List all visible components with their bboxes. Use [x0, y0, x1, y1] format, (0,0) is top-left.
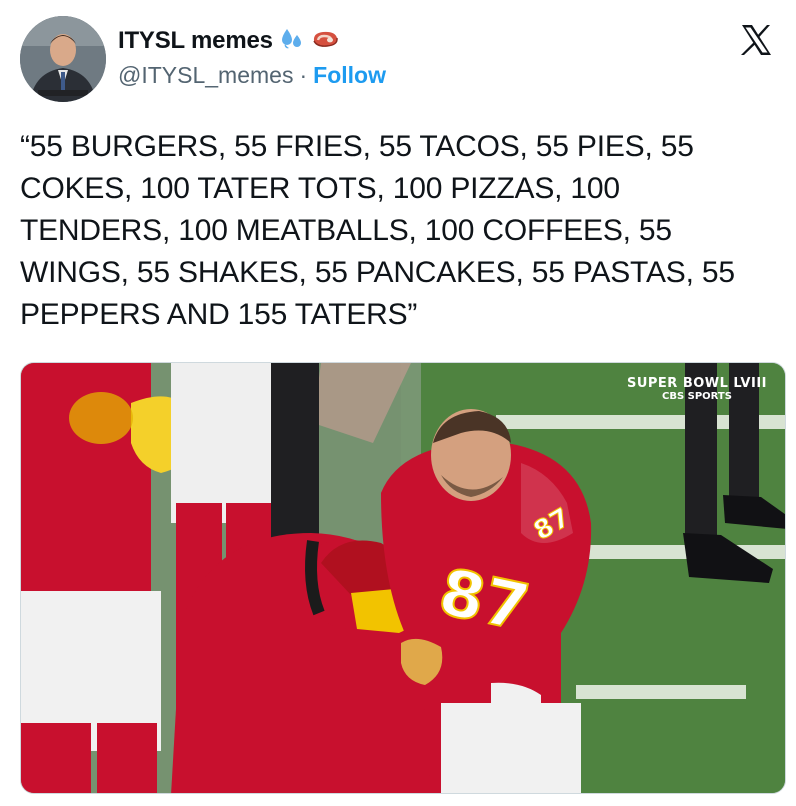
author-meta: ITYSL memes @ITYSL_memes · Follow — [118, 24, 386, 92]
steak-emoji-icon — [311, 27, 339, 56]
yard-line — [576, 685, 746, 699]
author-avatar[interactable] — [20, 16, 106, 102]
tweet-text: “55 BURGERS, 55 FRIES, 55 TACOS, 55 PIES… — [20, 130, 743, 331]
sweat-droplets-emoji-icon — [279, 27, 305, 56]
media-scene: 87 87 — [21, 363, 785, 793]
cbs-sports-logo-text: CBS SPORTS — [662, 391, 732, 402]
x-logo-icon[interactable] — [738, 22, 774, 58]
handle-row: @ITYSL_memes · Follow — [118, 58, 386, 92]
tweet-header: ITYSL memes @ITYSL_memes · Follow — [20, 16, 776, 106]
separator-dot: · — [299, 61, 308, 88]
display-name-row: ITYSL memes — [118, 24, 386, 58]
display-name[interactable]: ITYSL memes — [118, 27, 273, 55]
author-handle[interactable]: @ITYSL_memes — [118, 62, 293, 89]
yard-line — [581, 545, 785, 559]
avatar-image — [20, 16, 106, 102]
super-bowl-logo-text: SUPER BOWL LVIII — [626, 376, 767, 391]
tweet-card: ITYSL memes @ITYSL_memes · Follow “55 BU… — [0, 0, 796, 806]
follow-button[interactable]: Follow — [313, 62, 386, 89]
super-bowl-broadcast-logo: SUPER BOWL LVIII CBS SPORTS — [627, 377, 767, 402]
tweet-media-image[interactable]: 87 87 SUPER BOWL LVIII CBS SPORTS — [20, 362, 786, 794]
